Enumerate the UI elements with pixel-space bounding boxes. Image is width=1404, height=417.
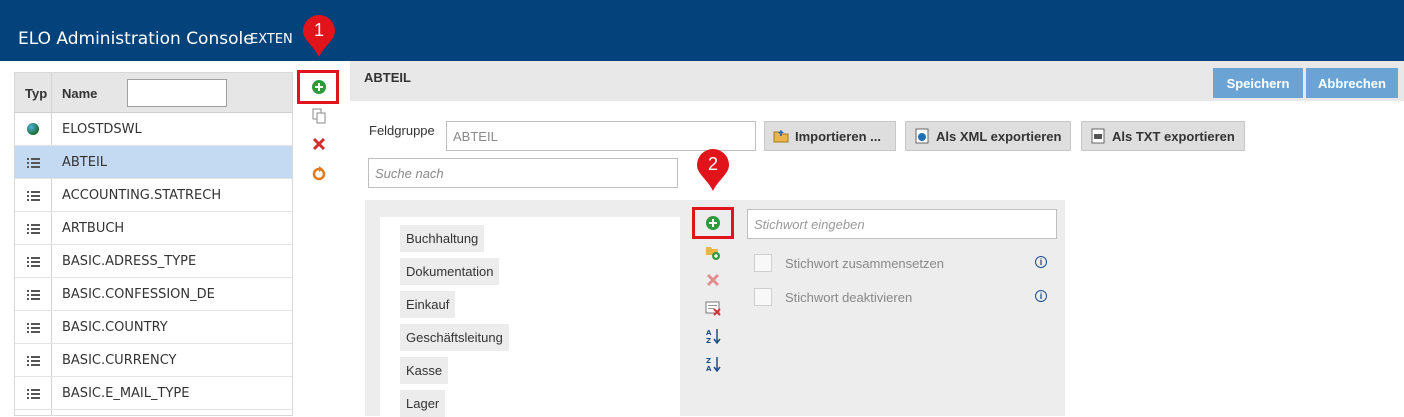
sort-az-icon: AZ [706,329,721,344]
xml-file-icon [915,128,929,144]
export-xml-button[interactable]: Als XML exportieren [905,121,1071,151]
import-folder-icon [773,130,789,143]
table-row[interactable]: BASIC.CONFESSION_DE [15,278,292,311]
search-input[interactable]: Suche nach [368,158,678,188]
detail-title: ABTEIL [364,70,411,85]
row-label: ACCOUNTING.STATRECH [62,188,222,203]
cancel-button[interactable]: Abbrechen [1306,68,1398,98]
table-header: Typ Name [15,73,292,415]
keyword-item[interactable]: Kasse [400,357,449,384]
keyword-item[interactable]: Geschäftsleitung [400,324,509,351]
globe-icon [27,123,39,135]
annotation-marker-2: 2 [696,148,730,192]
copy-list-button[interactable] [311,108,327,124]
marker-2-label: 2 [707,154,718,174]
keyword-item[interactable]: Einkauf [400,291,456,318]
fieldgroup-field[interactable]: ABTEIL [446,121,756,151]
sort-za-icon: ZA [706,357,721,372]
column-header-name: Name [62,86,98,101]
marker-1-label: 1 [313,20,324,40]
app-title: ELO Administration Console [18,29,254,49]
list-icon [27,156,41,168]
table-row[interactable]: BASIC.CURRENCY [15,344,292,377]
table-row[interactable]: BASIC.E_MAIL_TYPE [15,377,292,410]
list-icon [27,189,41,201]
list-icon [27,255,41,267]
table-row[interactable]: ABTEIL [15,146,292,179]
list-icon [27,321,41,333]
row-label: ARTBUCH [62,221,125,236]
copy-icon [312,108,326,124]
keyword-list-rows: ELOSTDSWL ABTEIL ACCOUNTING.STATRECH ARTBUC… [15,113,292,410]
annotation-marker-1: 1 [302,14,336,58]
sort-descending-button[interactable]: ZA [705,356,721,372]
compose-keyword-label: Stichwort zusammensetzen [785,256,944,271]
name-filter-input[interactable] [127,79,227,107]
app-header: ELO Administration Console EXTEN [0,0,1404,61]
keyword-item[interactable]: Buchhaltung [400,225,485,252]
delete-icon [312,137,326,151]
column-header-type: Typ [25,86,48,101]
sort-ascending-button[interactable]: AZ [705,328,721,344]
add-subkeyword-button[interactable] [705,244,721,260]
keyword-item[interactable]: Lager [400,390,446,417]
clear-list-icon [705,301,721,316]
delete-keyword-button[interactable] [705,272,721,288]
export-txt-label: Als TXT exportieren [1112,128,1235,144]
keyword-list-panel: Typ Name ELOSTDSWL ABTEIL ACCOUNTING.STATR… [14,72,293,416]
list-icon [27,288,41,300]
svg-text:Z: Z [706,337,711,344]
deactivate-keyword-label: Stichwort deaktivieren [785,290,913,305]
row-label: BASIC.CURRENCY [62,353,177,368]
highlight-box-1 [297,70,339,104]
txt-file-icon [1091,128,1105,144]
info-icon[interactable]: i [1035,290,1047,302]
refresh-button[interactable] [311,165,327,181]
row-label: ELOSTDSWL [62,122,142,137]
tenant-label: EXTEN [250,32,293,47]
add-child-icon [706,247,720,260]
table-row[interactable]: BASIC.COUNTRY [15,311,292,344]
import-button[interactable]: Importieren ... [764,121,896,151]
info-icon[interactable]: i [1035,256,1047,268]
delete-all-keywords-button[interactable] [705,300,721,316]
import-label: Importieren ... [795,128,881,144]
table-row[interactable]: ACCOUNTING.STATRECH [15,179,292,212]
export-txt-button[interactable]: Als TXT exportieren [1081,121,1245,151]
fieldgroup-label: Feldgruppe [369,123,435,138]
table-row[interactable]: ARTBUCH [15,212,292,245]
delete-list-button[interactable] [311,136,327,152]
delete-icon [706,273,720,287]
row-label: BASIC.ADRESS_TYPE [62,254,197,269]
list-icon [27,222,41,234]
svg-text:A: A [706,329,712,337]
list-icon [27,387,41,399]
row-label: BASIC.E_MAIL_TYPE [62,386,190,401]
row-label: ABTEIL [62,155,108,170]
compose-keyword-checkbox[interactable] [754,254,772,272]
svg-text:Z: Z [706,357,711,365]
refresh-icon [312,166,326,181]
table-row[interactable]: BASIC.ADRESS_TYPE [15,245,292,278]
svg-text:A: A [706,365,712,372]
highlight-box-2 [692,207,734,239]
keyword-item[interactable]: Dokumentation [400,258,500,285]
deactivate-keyword-checkbox[interactable] [754,288,772,306]
row-label: BASIC.CONFESSION_DE [62,287,215,302]
export-xml-label: Als XML exportieren [936,128,1062,144]
save-button[interactable]: Speichern [1213,68,1303,98]
keyword-input[interactable]: Stichwort eingeben [747,209,1057,239]
list-icon [27,354,41,366]
row-label: BASIC.COUNTRY [62,320,168,335]
table-row[interactable]: ELOSTDSWL [15,113,292,146]
